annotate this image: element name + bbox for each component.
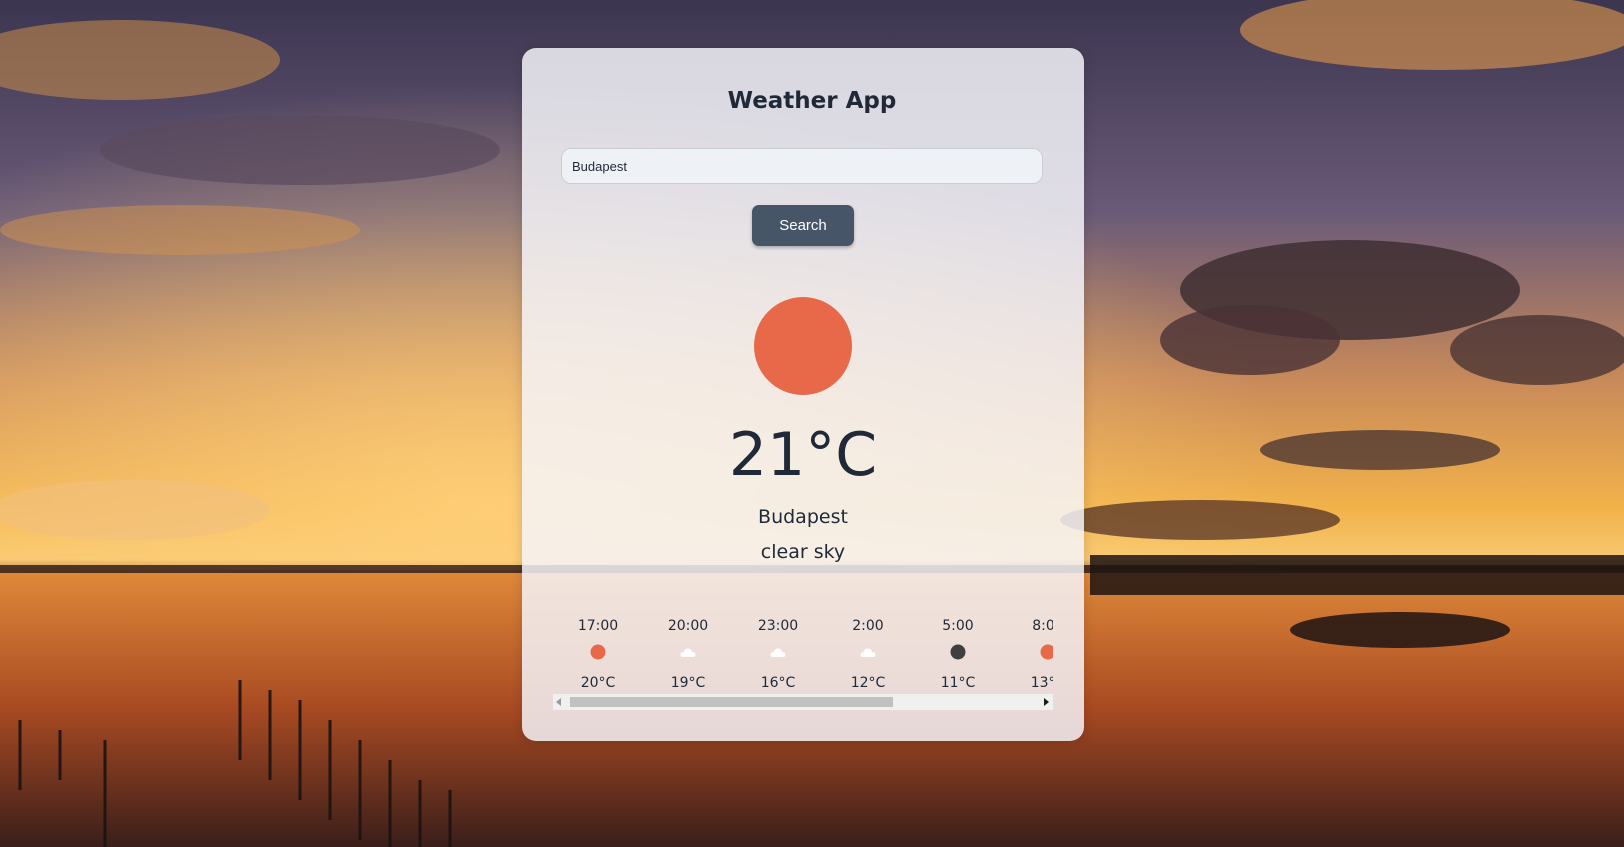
forecast-temp: 16°C (760, 675, 796, 691)
forecast-item: 5:00 11°C (913, 612, 1003, 692)
forecast-scrollbar[interactable] (553, 694, 1053, 710)
forecast-item: 2:00 12°C (823, 612, 913, 692)
forecast-time: 17:00 (577, 618, 619, 634)
forecast-track: 17:00 20°C 20:00 19°C 23:00 16°C 2:00 12… (553, 612, 1053, 692)
hourly-forecast[interactable]: 17:00 20°C 20:00 19°C 23:00 16°C 2:00 12… (553, 612, 1053, 702)
cloud-icon (860, 648, 876, 657)
forecast-item: 17:00 20°C (553, 612, 643, 692)
search-button[interactable]: Search (752, 205, 854, 246)
forecast-temp: 20°C (580, 675, 616, 691)
sun-icon (754, 297, 852, 395)
forecast-item: 8:00 13°C (1003, 612, 1053, 692)
cloud-icon (770, 648, 786, 657)
current-temperature: 21°C (728, 420, 878, 490)
forecast-item: 23:00 16°C (733, 612, 823, 692)
forecast-time: 23:00 (757, 618, 799, 634)
forecast-time: 2:00 (852, 618, 884, 634)
moon-icon (950, 644, 966, 660)
scroll-left-arrow-icon[interactable] (556, 698, 561, 706)
sun-icon (590, 644, 606, 660)
forecast-temp: 19°C (670, 675, 706, 691)
scrollbar-thumb[interactable] (570, 697, 893, 707)
forecast-temp: 13°C (1030, 675, 1053, 691)
forecast-time: 20:00 (667, 618, 709, 634)
forecast-time: 5:00 (942, 618, 974, 634)
forecast-temp: 11°C (940, 675, 976, 691)
cloud-icon (680, 648, 696, 657)
scroll-right-arrow-icon[interactable] (1044, 698, 1049, 706)
forecast-item: 20:00 19°C (643, 612, 733, 692)
forecast-time: 8:00 (1032, 618, 1053, 634)
city-search-input[interactable] (561, 148, 1043, 184)
city-name: Budapest (758, 506, 848, 528)
forecast-temp: 12°C (850, 675, 886, 691)
app-title: Weather App (727, 88, 897, 114)
weather-description: clear sky (760, 541, 846, 563)
sun-icon (1040, 644, 1053, 660)
